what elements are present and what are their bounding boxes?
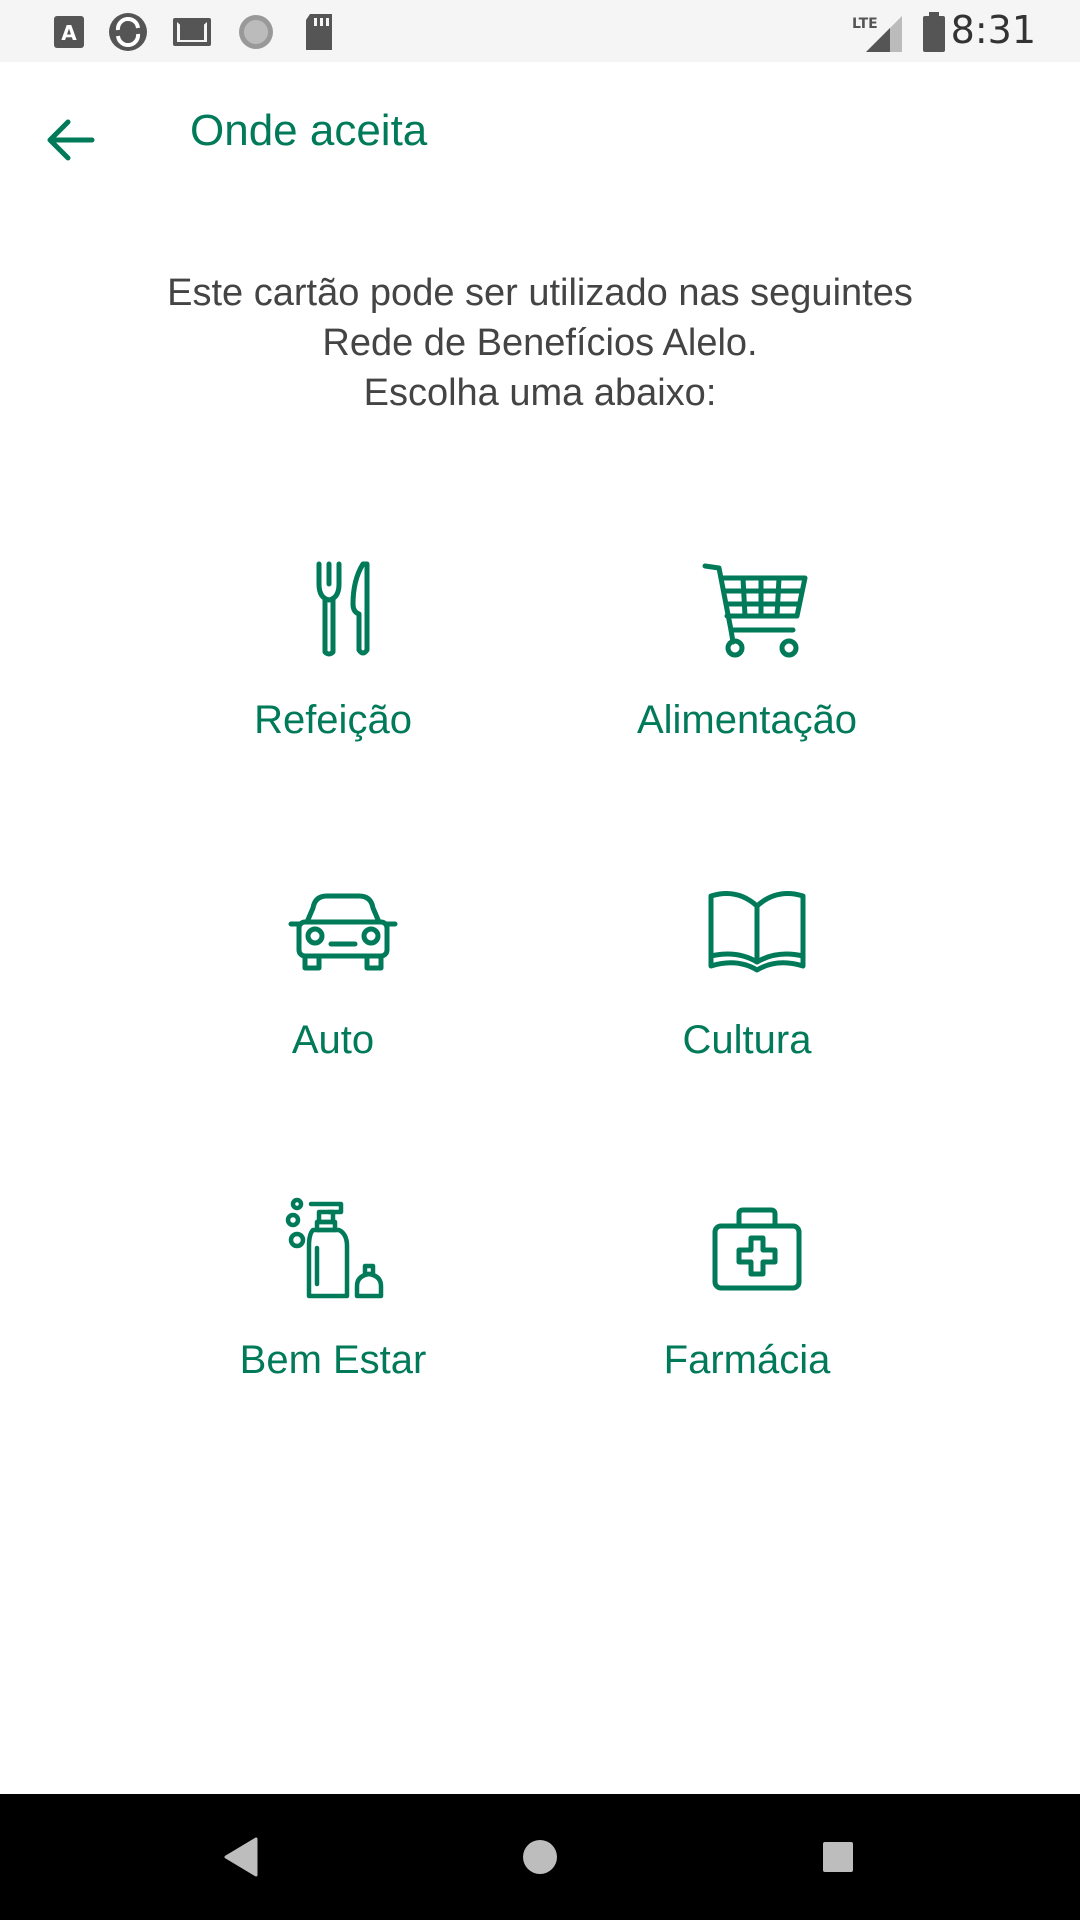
category-label: Cultura [682,1018,812,1062]
gmail-icon [173,18,211,46]
car-icon [288,893,398,971]
category-farmacia[interactable]: Farmácia [557,1180,937,1420]
description-text: Este cartão pode ser utilizado nas segui… [60,268,1020,418]
sd-card-icon [306,14,332,50]
category-alimentacao[interactable]: Alimentação [557,540,937,780]
arrow-left-icon[interactable] [36,104,108,176]
first-aid-kit-icon [712,1207,802,1291]
status-bar: A LTE 8:31 [0,0,1080,62]
category-label: Bem Estar [239,1338,427,1382]
battery-icon [923,12,945,52]
category-label: Auto [291,1018,375,1062]
soap-bottle-icon [285,1197,384,1299]
app-bar: Onde aceita [0,62,1080,210]
category-label: Refeição [254,698,412,742]
home-circle-icon[interactable] [510,1827,570,1887]
fork-knife-icon [316,561,370,657]
signal-icon: LTE [852,16,902,52]
navigation-bar [0,1794,1080,1920]
shopping-cart-icon [702,563,808,658]
font-icon: A [54,16,84,48]
category-auto[interactable]: Auto [143,860,523,1100]
svg-text:LTE: LTE [852,16,878,32]
svg-text:A: A [61,21,77,45]
description-line-3: Escolha uma abaixo: [363,372,717,414]
category-cultura[interactable]: Cultura [557,860,937,1100]
category-label: Farmácia [663,1338,831,1382]
category-bem-estar[interactable]: Bem Estar [143,1180,523,1420]
sync-app-icon [109,13,147,51]
loading-icon [239,15,273,49]
page-title: Onde aceita [190,106,428,155]
category-label: Alimentação [636,698,858,742]
description-line-1: Este cartão pode ser utilizado nas segui… [167,272,913,314]
status-time: 8:31 [950,8,1036,52]
description-line-2: Rede de Benefícios Alelo. [322,322,758,364]
back-triangle-icon[interactable] [212,1827,272,1887]
category-refeicao[interactable]: Refeição [143,540,523,780]
recents-square-icon[interactable] [808,1827,868,1887]
open-book-icon [708,891,806,973]
screen: A LTE 8:31 Onde aceita Este cartão pode … [0,0,1080,1920]
